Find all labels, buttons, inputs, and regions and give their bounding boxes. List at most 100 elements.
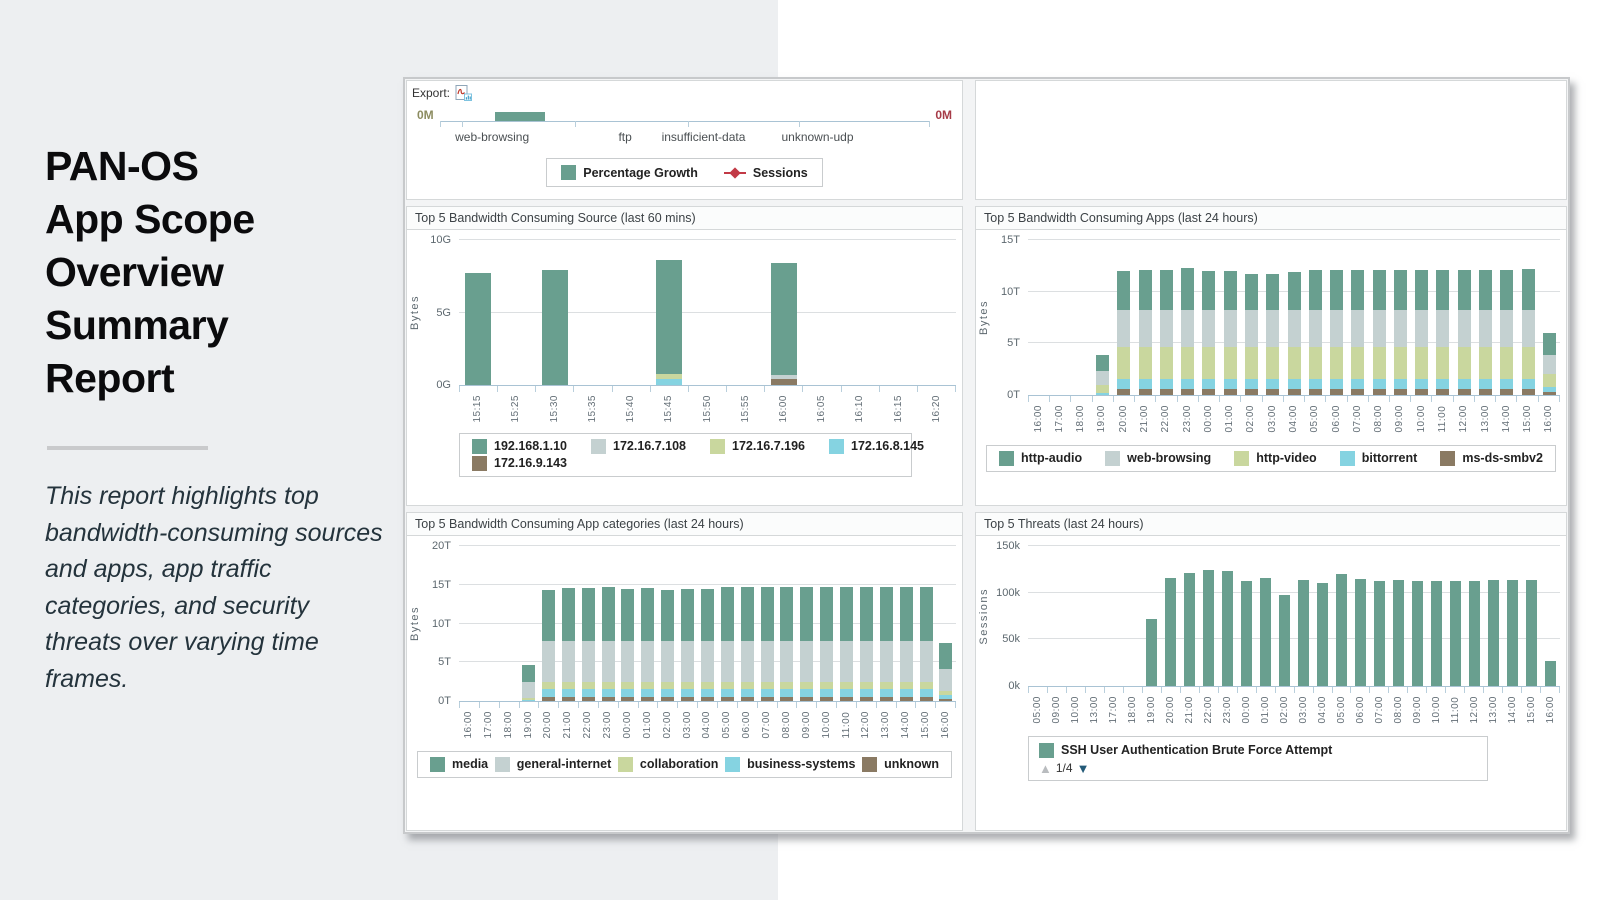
bar-slot [658, 546, 678, 701]
tick-mark [797, 702, 817, 708]
bar-segment-web-browsing [1117, 310, 1130, 347]
bar [820, 587, 833, 701]
bar-slot [1237, 546, 1256, 686]
y-tick-label: 5T [438, 656, 451, 668]
bar-segment-http-audio [1351, 270, 1364, 310]
bar-segment-collaboration [920, 682, 933, 690]
pager-page-indicator: 1/4 [1056, 761, 1073, 775]
bar [721, 587, 734, 701]
tick-mark [1541, 687, 1560, 693]
bar-segment-ms-ds-smbv2 [1479, 389, 1492, 395]
bar-segment-unknown [721, 697, 734, 701]
bar-slot [1326, 240, 1347, 395]
tick-mark [1276, 687, 1295, 693]
tick-mark [897, 702, 917, 708]
legend: SSH User Authentication Brute Force Atte… [1028, 736, 1488, 781]
bar-segment-bittorrent [1458, 379, 1471, 389]
bar-slot [777, 546, 797, 701]
bar-segment-collaboration [860, 682, 873, 690]
bar-slot [757, 546, 777, 701]
x-tick-label: 18:00 [1123, 696, 1142, 724]
bar-segment-collaboration [562, 682, 575, 690]
tick-mark [1539, 396, 1560, 402]
x-tick-label: 04:00 [1313, 696, 1332, 724]
bar-segment-unknown [920, 697, 933, 701]
bar-segment-media [800, 587, 813, 640]
x-tick-label: 17:00 [1104, 696, 1123, 724]
legend-item: bittorrent [1340, 451, 1418, 466]
tick-mark [658, 702, 678, 708]
bar [1507, 580, 1518, 686]
bar [562, 588, 575, 701]
x-tick-label: 05:00 [1332, 696, 1351, 724]
bar-segment-general-internet [860, 641, 873, 682]
pager-up-icon[interactable]: ▲ [1039, 761, 1052, 776]
report-title: PAN-OS App Scope Overview Summary Report [45, 140, 255, 405]
bar-segment-http-audio [1415, 270, 1428, 310]
bar [681, 589, 694, 701]
x-tick-label: 12:00 [857, 711, 877, 739]
tick-mark [1411, 396, 1432, 402]
pdf-export-icon[interactable] [455, 85, 472, 101]
x-tick-label: 23:00 [1218, 696, 1237, 724]
x-tick-label: 10:00 [1066, 696, 1085, 724]
legend-swatch [472, 456, 487, 471]
x-tick-label: 01:00 [1256, 696, 1275, 724]
bar-slot [688, 240, 726, 385]
bar-slot [717, 546, 737, 701]
bar-segment-general-internet [820, 641, 833, 682]
bar-slot [1156, 240, 1177, 395]
bar-slot [1113, 240, 1134, 395]
bar-segment-web-browsing [1500, 310, 1513, 347]
x-tick-label: 21:00 [1134, 405, 1155, 433]
bar-segment-web-browsing [1543, 355, 1556, 375]
legend-swatch [1440, 451, 1455, 466]
bar [1415, 270, 1428, 395]
bar-slot [1313, 546, 1332, 686]
bar-slot [1465, 546, 1484, 686]
tick-mark [1181, 687, 1200, 693]
bar-segment-SSH User Authentication Brute Force Attempt [1431, 581, 1442, 686]
bar-segment-http-video [1266, 347, 1279, 379]
bar [900, 587, 913, 701]
bar-slot [1283, 240, 1304, 395]
bar-segment-collaboration [701, 682, 714, 690]
growth-category-labels: web-browsingftpinsufficient-dataunknown-… [447, 130, 922, 146]
x-tick-label: 19:00 [1142, 696, 1161, 724]
bar-slot [841, 240, 879, 385]
bar-segment-collaboration [582, 682, 595, 690]
x-tick-label: 16:10 [841, 395, 879, 423]
x-tick-label: 05:00 [1305, 405, 1326, 433]
bar-segment-http-audio [1245, 274, 1258, 310]
title-divider [47, 446, 208, 450]
tick-mark [619, 702, 639, 708]
bar [1526, 580, 1537, 686]
bar-segment-unknown [800, 697, 813, 701]
legend-item: business-systems [725, 757, 855, 772]
legend-label: bittorrent [1362, 451, 1418, 465]
bar-segment-unknown [641, 697, 654, 701]
x-tick-label: 15:40 [612, 395, 650, 423]
pager-down-icon[interactable]: ▼ [1077, 761, 1090, 776]
x-tick-label: 15:50 [688, 395, 726, 423]
x-tick-label: 10:00 [1427, 696, 1446, 724]
bar-slot [876, 546, 896, 701]
bar-segment-unknown [761, 697, 774, 701]
y-tick-label: 10T [1001, 286, 1020, 298]
bar [1184, 573, 1195, 686]
legend-label: 172.16.7.108 [613, 439, 686, 453]
tick-mark [1093, 396, 1114, 402]
legend-swatch [1039, 743, 1054, 758]
bar-segment-bittorrent [1202, 379, 1215, 389]
y-tick-label: 0k [1008, 680, 1020, 692]
bar [1266, 274, 1279, 395]
threats-chart: Sessions0k50k100k150k05:0009:0010:0013:0… [976, 536, 1566, 830]
growth-bar [495, 112, 545, 121]
tick-mark [1446, 687, 1465, 693]
x-tick-label: 13:00 [1085, 696, 1104, 724]
tick-mark [1295, 687, 1314, 693]
bar-segment-unknown [621, 697, 634, 701]
bars [459, 546, 956, 701]
bar-segment-web-browsing [1394, 310, 1407, 347]
bar-segment-http-audio [1288, 272, 1301, 310]
